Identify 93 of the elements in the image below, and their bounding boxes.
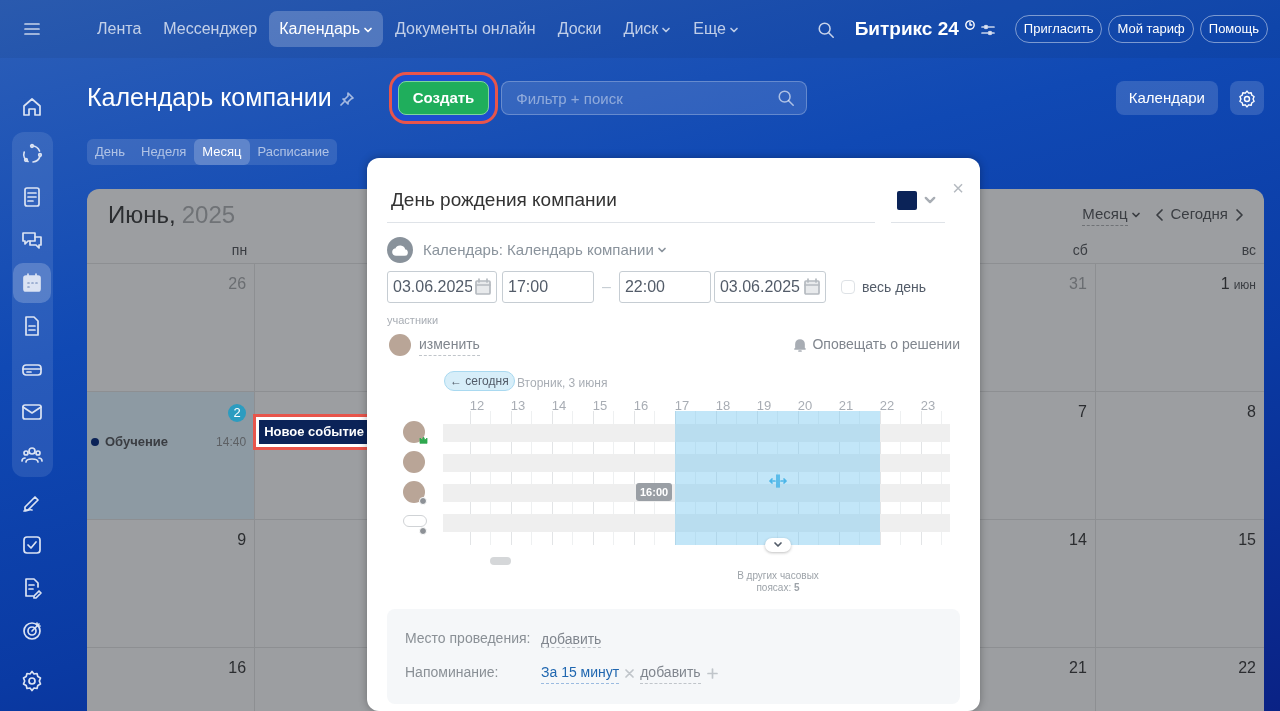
reminder-label: Напоминание: (405, 663, 500, 682)
hour-label: 13 (509, 396, 527, 415)
day-number: 22 (1238, 659, 1256, 676)
calendar-icon (20, 271, 44, 295)
nav-tab[interactable]: Мессенджер (153, 11, 268, 47)
add-reminder-link[interactable]: добавить (640, 661, 701, 684)
nav-tab[interactable]: Лента (87, 11, 152, 47)
circular-arrows-icon (20, 142, 44, 166)
view-tab[interactable]: Расписание (249, 139, 338, 165)
day-number: 1 (1220, 275, 1230, 292)
resize-icon (768, 474, 787, 489)
hour-label: 18 (714, 396, 732, 415)
change-link[interactable]: изменить (419, 333, 480, 356)
nav-tab[interactable]: Документы онлайн (385, 11, 546, 47)
hour-label: 17 (673, 396, 691, 415)
start-time-field[interactable]: 17:00 (502, 271, 594, 303)
avatar (403, 480, 425, 503)
weekday-label: сб (1072, 242, 1088, 258)
event-title[interactable]: Обучение (105, 432, 217, 452)
calendar-icon (474, 278, 492, 296)
hour-label: 22 (878, 396, 896, 415)
clock-icon (964, 19, 975, 30)
month-title: Июнь, (108, 199, 176, 230)
sliders-icon (980, 22, 995, 37)
logo-text: Битрикс 24 (854, 16, 959, 41)
calendars-button[interactable]: Календари (1115, 81, 1218, 115)
chevron-down-icon (772, 540, 783, 549)
time-tooltip: 16:00 (636, 482, 673, 501)
add-location-link[interactable]: добавить (541, 630, 602, 648)
target-icon (20, 619, 44, 643)
hour-label: 23 (919, 396, 937, 415)
day-number: 9 (237, 531, 247, 548)
nav-tab[interactable]: Доски (547, 11, 612, 47)
range-dash: – (602, 277, 611, 297)
today-button[interactable]: Сегодня (1164, 203, 1234, 226)
view-dropdown[interactable]: Месяц (1082, 202, 1128, 227)
day-number: 21 (1069, 659, 1087, 676)
day-number: 14 (1069, 531, 1087, 548)
pin-icon (339, 91, 354, 106)
timezone-note: В других часовых поясах: 5 (736, 569, 820, 594)
calendar-nav-button[interactable] (13, 263, 51, 303)
chevron-left-icon (1154, 208, 1165, 223)
all-day-label: весь день (861, 277, 927, 297)
hour-label: 14 (550, 396, 568, 415)
view-tab[interactable]: Неделя (133, 139, 195, 165)
settings-icon (20, 669, 44, 693)
participants-label: участники (387, 314, 439, 326)
today-date: 2 (228, 404, 247, 422)
expand-button[interactable] (764, 537, 791, 552)
bell-icon (793, 338, 808, 353)
chevron-down-icon (656, 245, 667, 255)
weekday-label: пн (231, 242, 248, 258)
view-tab[interactable]: Месяц (194, 139, 250, 165)
hour-label: 16 (632, 396, 650, 415)
hour-label: 19 (755, 396, 773, 415)
remove-icon (625, 668, 635, 678)
add-icon (706, 667, 718, 679)
day-number: 15 (1238, 531, 1256, 548)
end-date-field[interactable]: 03.06.2025 (713, 271, 826, 303)
event-time: 14:40 (216, 433, 247, 451)
today-button[interactable]: ← сегодня (444, 370, 515, 391)
nav-tab[interactable]: Календарь (269, 11, 384, 47)
nav-tab[interactable]: Еще (683, 11, 749, 47)
home-icon (20, 95, 44, 119)
nav-tab[interactable]: Диск (613, 11, 682, 47)
end-time-field[interactable]: 22:00 (618, 271, 711, 303)
chevron-right-icon (1234, 207, 1244, 222)
start-date-field[interactable]: 03.06.2025 (387, 271, 497, 303)
view-tab[interactable]: День (87, 139, 133, 165)
calendar-select[interactable]: Календарь: Календарь компании (413, 238, 654, 262)
scrollbar-thumb[interactable] (490, 556, 511, 565)
day-number: 7 (1077, 403, 1087, 420)
all-day-checkbox[interactable] (840, 280, 855, 294)
search-icon (816, 20, 835, 39)
checkmark-square-icon (20, 533, 44, 557)
calendar-icon (802, 278, 821, 296)
month-label: июн (1233, 278, 1256, 292)
reminder-value[interactable]: За 15 минут (541, 661, 620, 684)
page-title: Календарь компании (87, 82, 332, 114)
settings-icon (1237, 88, 1257, 109)
weekday-label: вс (1241, 242, 1256, 258)
location-label: Место проведения: (405, 628, 532, 648)
planner-date: Вторник, 3 июня (517, 374, 608, 392)
day-number: 8 (1247, 403, 1256, 420)
notify-label[interactable]: Оповещать о решении (812, 334, 960, 355)
day-number: 16 (228, 659, 247, 676)
hour-label: 21 (837, 396, 855, 415)
hour-label: 12 (468, 396, 486, 415)
hour-label: 15 (591, 396, 609, 415)
settings-button[interactable] (1230, 81, 1264, 115)
avatar (389, 333, 411, 356)
hour-label: 20 (796, 396, 814, 415)
search-icon (777, 89, 796, 107)
